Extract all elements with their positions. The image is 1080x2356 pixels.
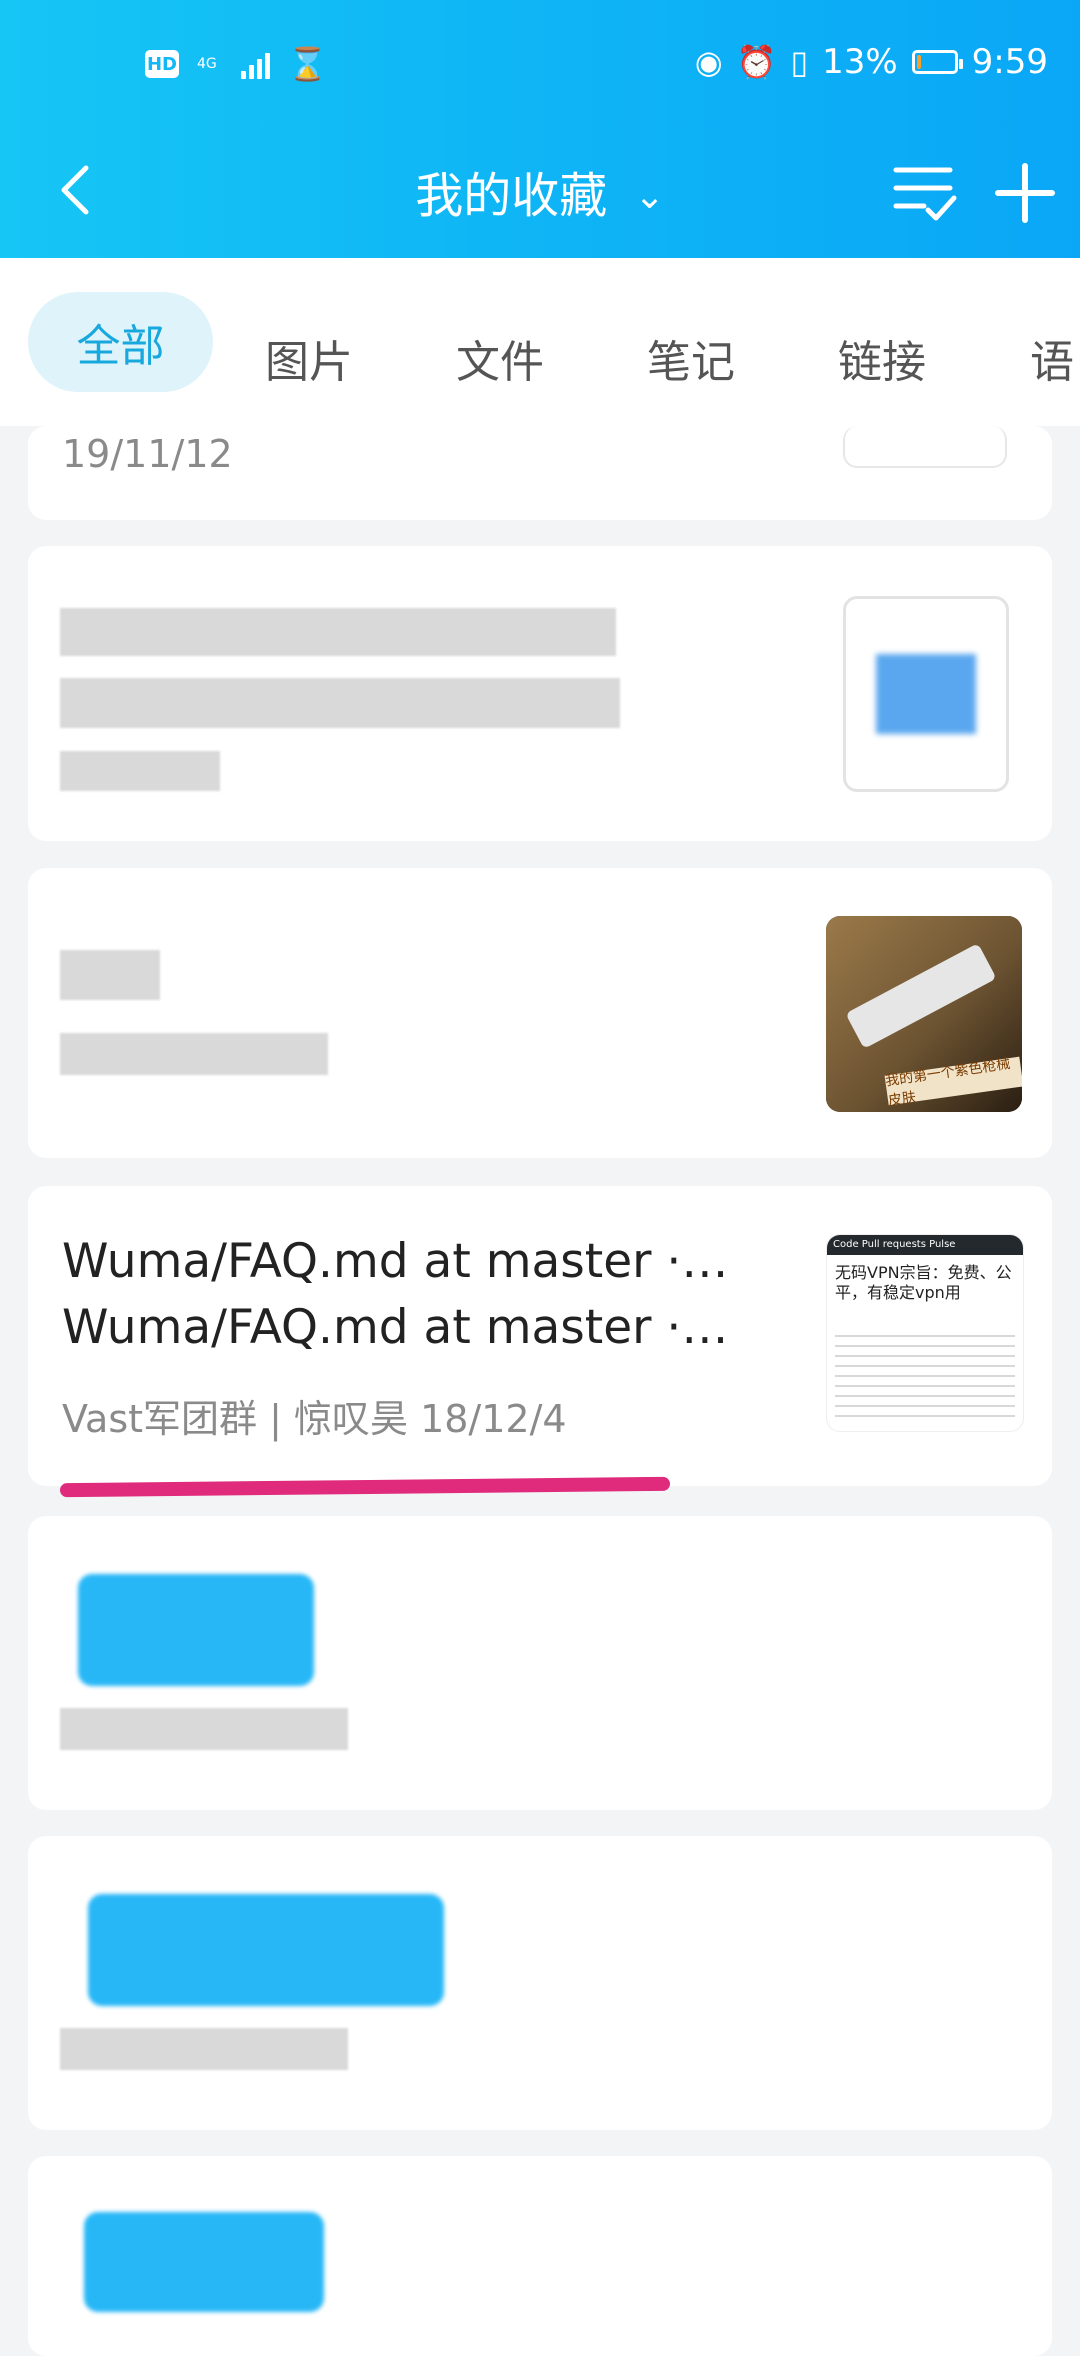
thumbnail-pixels [876, 654, 976, 734]
battery-icon [911, 50, 963, 74]
battery-fill [916, 55, 922, 69]
thumbnail-header: Code Pull requests Pulse [827, 1235, 1023, 1255]
signal-icon [240, 49, 270, 79]
blurred-blue [84, 2212, 324, 2312]
app-header: HD 4G ⌛ ◉ ⏰ ▯ 13% 9:59 我的收藏 ⌄ [0, 0, 1080, 258]
network-label: 4G [197, 56, 217, 72]
tab-voice[interactable]: 语 [1030, 308, 1074, 408]
tab-links[interactable]: 链接 [838, 308, 926, 408]
status-right: ◉ ⏰ ▯ 13% 9:59 [695, 42, 1048, 82]
battery-percent: 13% [822, 42, 898, 82]
tab-images[interactable]: 图片 [265, 308, 353, 408]
thumbnail-text-lines [835, 1327, 1015, 1419]
nav-row: 我的收藏 ⌄ [0, 150, 1080, 250]
link-title-line2: Wuma/FAQ.md at master ·… [62, 1300, 729, 1355]
hourglass-icon: ⌛ [287, 45, 328, 83]
hd-badge: HD [145, 50, 179, 78]
blurred-text [60, 2028, 348, 2070]
card-thumbnail [843, 596, 1009, 792]
favorite-card[interactable] [28, 2156, 1052, 2356]
vibrate-icon: ▯ [790, 43, 809, 81]
blurred-blue [88, 1894, 444, 2006]
blurred-text [60, 751, 220, 791]
thumbnail-title: 无码VPN宗旨：免费、公平，有稳定vpn用 [835, 1263, 1012, 1302]
alarm-icon: ⏰ [736, 43, 777, 81]
link-title-line1: Wuma/FAQ.md at master ·… [62, 1234, 729, 1289]
link-thumbnail: Code Pull requests Pulse 无码VPN宗旨：免费、公平，有… [826, 1234, 1024, 1432]
status-bar: HD 4G ⌛ ◉ ⏰ ▯ 13% 9:59 [0, 0, 1080, 130]
favorite-card[interactable] [28, 1836, 1052, 2130]
blurred-blue [78, 1574, 314, 1686]
status-left: HD 4G ⌛ [145, 45, 328, 83]
game-image-thumbnail: 我的第一个紫色枪械皮肤 [826, 916, 1022, 1112]
tab-files[interactable]: 文件 [456, 308, 544, 408]
list-check-icon[interactable] [890, 158, 960, 228]
tab-notes[interactable]: 笔记 [647, 308, 735, 408]
favorite-card[interactable] [28, 1516, 1052, 1810]
category-tabs: 全部 图片 文件 笔记 链接 语 [0, 258, 1080, 426]
plus-icon[interactable] [990, 158, 1060, 228]
blurred-text [60, 950, 160, 1000]
network-type: 4G [197, 56, 217, 72]
eye-icon: ◉ [694, 43, 723, 81]
status-time: 9:59 [971, 42, 1048, 82]
favorite-card[interactable] [28, 546, 1052, 841]
favorite-card[interactable]: 我的第一个紫色枪械皮肤 [28, 868, 1052, 1158]
blurred-text [60, 1033, 328, 1075]
link-meta: Vast军团群 | 惊叹昊 18/12/4 [62, 1397, 567, 1441]
card-thumbnail [843, 426, 1007, 468]
page-title-text: 我的收藏 [415, 168, 608, 224]
favorite-card[interactable]: 19/11/12 [28, 426, 1052, 520]
card-date: 19/11/12 [62, 432, 233, 476]
blurred-text [60, 608, 616, 656]
favorite-card-link[interactable]: Wuma/FAQ.md at master ·… Wuma/FAQ.md at … [28, 1186, 1052, 1486]
blurred-text [60, 1708, 348, 1750]
tab-all[interactable]: 全部 [28, 292, 213, 392]
chevron-down-icon: ⌄ [634, 176, 665, 217]
blurred-text [60, 678, 620, 728]
